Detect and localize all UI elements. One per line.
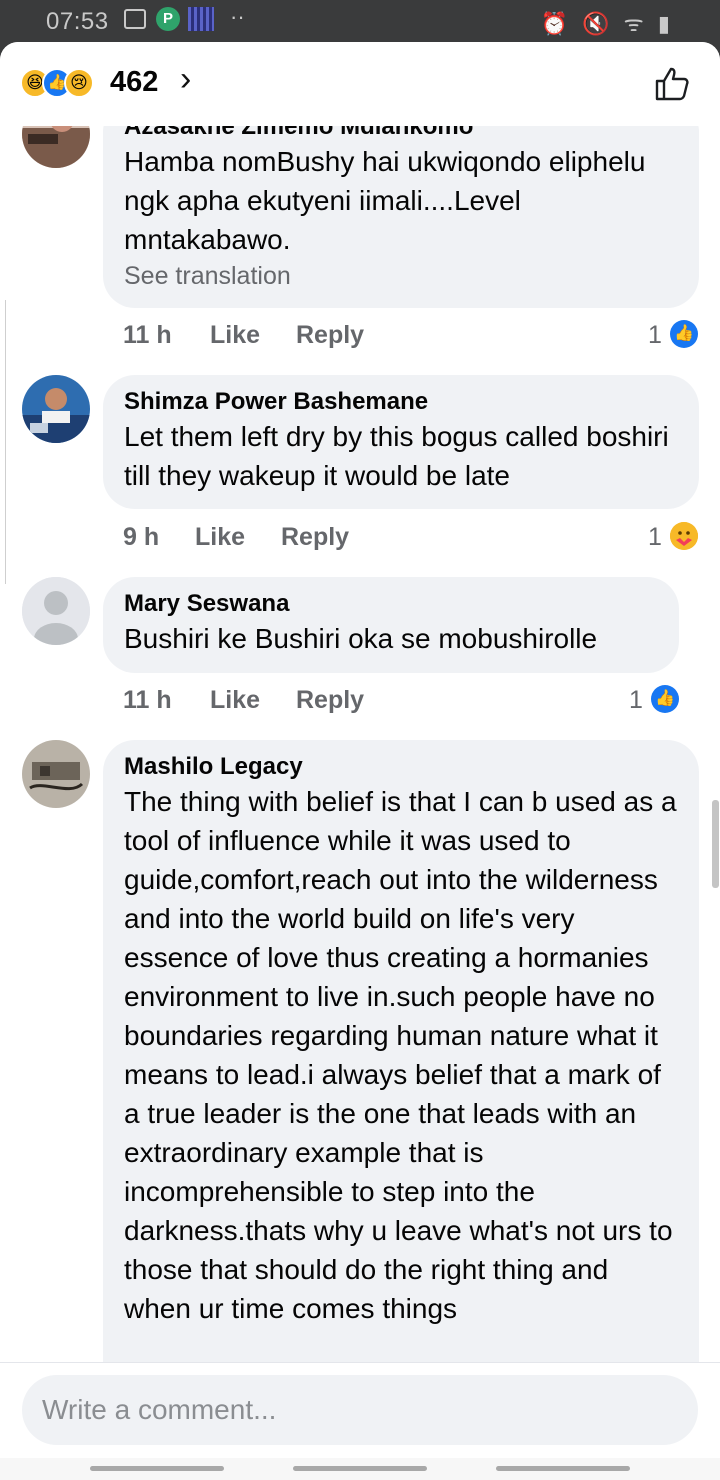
like-link[interactable]: Like bbox=[210, 321, 260, 350]
reply-link[interactable]: Reply bbox=[296, 686, 364, 715]
avatar-image bbox=[22, 375, 90, 443]
like-reaction-icon: 👍 bbox=[670, 320, 698, 348]
comment-composer bbox=[0, 1362, 720, 1458]
gallery-icon bbox=[124, 9, 146, 29]
comments-sheet: 😆 👍 😢 462 › Azasakhe Zimemo Mdlankomo Ha… bbox=[0, 42, 720, 1480]
comment-reaction-count[interactable]: 1 bbox=[648, 321, 662, 350]
comment-bubble: Shimza Power Bashemane Let them left dry… bbox=[103, 375, 699, 509]
status-time: 07:53 bbox=[46, 8, 109, 35]
p-app-icon: P bbox=[156, 7, 180, 31]
comment-text: Hamba nomBushy hai ukwiqondo eliphelu ng… bbox=[124, 146, 646, 255]
comment-text: Bushiri ke Bushiri oka se mobushirolle bbox=[124, 623, 598, 654]
comment-bubble: Mashilo Legacy The thing with belief is … bbox=[103, 740, 699, 1440]
edge-marker bbox=[0, 300, 6, 584]
commenter-name[interactable]: Mary Seswana bbox=[124, 589, 659, 619]
reactions-header: 😆 👍 😢 462 › bbox=[0, 42, 720, 126]
nav-recents-button[interactable] bbox=[90, 1466, 224, 1471]
default-avatar-icon bbox=[22, 577, 90, 645]
comment-text: Let them left dry by this bogus called b… bbox=[124, 421, 669, 491]
comment-bubble: Azasakhe Zimemo Mdlankomo Hamba nomBushy… bbox=[103, 100, 699, 308]
reaction-count[interactable]: 462 bbox=[110, 66, 158, 99]
comment-bubble: Mary Seswana Bushiri ke Bushiri oka se m… bbox=[103, 577, 679, 673]
avatar[interactable] bbox=[22, 740, 90, 808]
comment-input[interactable] bbox=[22, 1375, 698, 1445]
comment-text: The thing with belief is that I can b us… bbox=[124, 786, 677, 1324]
status-right-icons: ⏰ 🔇 ᯤ ▮ bbox=[540, 11, 674, 36]
notification-image-icon bbox=[188, 7, 214, 31]
comment-reaction-count[interactable]: 1 bbox=[648, 523, 662, 552]
sad-reaction-icon: 😢 bbox=[64, 68, 94, 98]
comment-time: 11 h bbox=[123, 686, 172, 714]
avatar-image bbox=[22, 740, 90, 808]
avatar[interactable] bbox=[22, 375, 90, 443]
nav-back-button[interactable] bbox=[496, 1466, 630, 1471]
like-link[interactable]: Like bbox=[210, 686, 260, 715]
reply-link[interactable]: Reply bbox=[281, 523, 349, 552]
comment-time: 9 h bbox=[123, 523, 160, 551]
commenter-name[interactable]: Shimza Power Bashemane bbox=[124, 387, 679, 417]
like-link[interactable]: Like bbox=[195, 523, 245, 552]
chevron-right-icon[interactable]: › bbox=[180, 60, 191, 99]
thumbs-up-outline-icon[interactable] bbox=[654, 66, 690, 102]
system-nav-bar bbox=[0, 1458, 720, 1480]
see-translation-link[interactable]: See translation bbox=[124, 261, 679, 291]
comment-time: 11 h bbox=[123, 321, 172, 349]
more-dots-icon: ·· bbox=[230, 4, 245, 29]
like-reaction-icon: 👍 bbox=[651, 685, 679, 713]
care-reaction-icon bbox=[670, 522, 698, 550]
scrollbar-thumb[interactable] bbox=[712, 800, 719, 888]
nav-home-button[interactable] bbox=[293, 1466, 427, 1471]
comment-reaction-count[interactable]: 1 bbox=[629, 686, 643, 715]
commenter-name[interactable]: Mashilo Legacy bbox=[124, 752, 679, 782]
reply-link[interactable]: Reply bbox=[296, 321, 364, 350]
avatar[interactable] bbox=[22, 577, 90, 645]
status-bar: 07:53 P ·· ⏰ 🔇 ᯤ ▮ bbox=[0, 0, 720, 42]
